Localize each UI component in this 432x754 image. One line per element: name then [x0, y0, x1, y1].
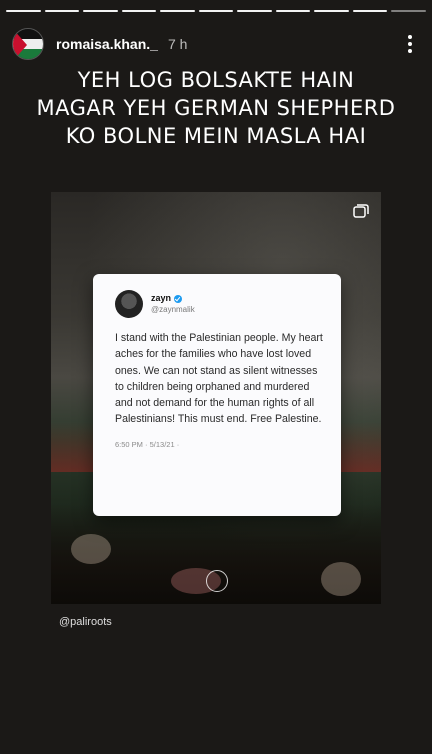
story-progress-segment [44, 10, 80, 12]
story-progress-segment [352, 10, 388, 12]
story-progress-segment [314, 10, 349, 12]
story-progress-segment [6, 10, 41, 12]
post-time: 7 h [167, 36, 188, 52]
tweet-timestamp: 6:50 PM · 5/13/21 · [115, 439, 180, 449]
username[interactable]: romaisa.khan._ [56, 36, 158, 52]
palestine-flag-icon [13, 29, 43, 59]
image-credit: @paliroots [59, 616, 112, 628]
tweet-text: I stand with the Palestinian people. My … [115, 332, 323, 426]
story-progress-segment [391, 10, 427, 12]
tweet-author: zayn @zaynmalik [151, 293, 195, 315]
dot-icon [408, 49, 412, 53]
avatar[interactable] [12, 28, 44, 60]
caption-line: YEH LOG BOLSAKTE HAIN [77, 68, 355, 92]
story-progress-bar [6, 10, 427, 13]
verified-badge-icon [174, 294, 183, 303]
carousel-icon [353, 204, 369, 218]
story-caption: YEH LOG BOLSAKTE HAIN MAGAR YEH GERMAN S… [0, 66, 432, 150]
tweet-name: zayn [151, 293, 195, 304]
story-header: romaisa.khan._ 7 h [12, 26, 420, 62]
story-progress-segment [83, 10, 118, 12]
story-progress-segment [237, 10, 272, 12]
caption-line: KO BOLNE MEIN MASLA HAI [65, 124, 367, 148]
tweet-header: zayn @zaynmalik [115, 290, 323, 318]
tweet-card: zayn @zaynmalik I stand with the Palesti… [93, 274, 341, 516]
tweet-name-text: zayn [151, 293, 172, 303]
caption-line: MAGAR YEH GERMAN SHEPHERD [36, 96, 396, 120]
dot-icon [408, 35, 412, 39]
watermark-logo-icon [206, 570, 228, 592]
crowd-figure [71, 534, 111, 564]
story-progress-segment [121, 10, 157, 12]
dot-icon [408, 42, 412, 46]
tweet-handle: @zaynmalik [151, 305, 195, 314]
tweet-avatar [115, 290, 143, 318]
story-progress-segment [275, 10, 311, 12]
crowd-figure [321, 562, 361, 596]
story-progress-segment [160, 10, 195, 12]
story-progress-segment [198, 10, 234, 12]
more-options-button[interactable] [400, 32, 420, 56]
